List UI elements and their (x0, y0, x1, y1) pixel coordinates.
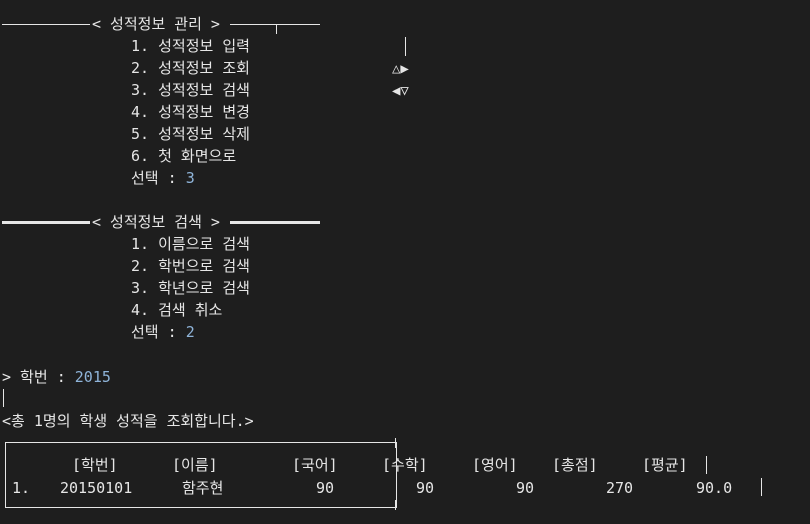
scroll-left-down-icon[interactable]: ◀▽ (392, 80, 409, 102)
cell-total: 270 (606, 479, 634, 497)
cell-korean: 90 (316, 479, 335, 497)
menu2-left-rule (2, 221, 90, 224)
cell-student-id: 20150101 (60, 479, 133, 497)
menu1-select-label: 선택 : (131, 169, 186, 187)
header-english: [영어] (472, 456, 518, 474)
menu2-item-by-id[interactable]: 2. 학번으로 검색 (131, 255, 250, 277)
header-name: [이름] (172, 456, 218, 474)
menu2-title: < 성적정보 검색 > (92, 213, 220, 231)
result-message: <총 1명의 학생 성적을 조회합니다.> (2, 412, 254, 430)
menu1-title: < 성적정보 관리 > (92, 15, 220, 33)
row-end-bar (761, 478, 762, 496)
menu2-item-cancel[interactable]: 4. 검색 취소 (131, 299, 222, 321)
menu2-select-value[interactable]: 2 (186, 323, 195, 341)
scroll-up-right-icon[interactable]: △▶ (392, 58, 409, 80)
row-index: 1. (12, 479, 31, 497)
menu1-right-rule (230, 24, 320, 25)
result-table-tick-top (395, 438, 396, 448)
cursor-bar-2 (3, 389, 4, 407)
cell-average: 90.0 (696, 479, 733, 497)
cell-name: 함주현 (182, 479, 224, 497)
menu1-rule-tick (276, 24, 277, 34)
cell-english: 90 (516, 479, 535, 497)
menu1-select-value[interactable]: 3 (186, 169, 195, 187)
header-math: [수학] (382, 456, 428, 474)
menu2-right-rule (230, 221, 320, 224)
menu2-item-by-grade[interactable]: 3. 학년으로 검색 (131, 277, 250, 299)
student-id-query: > 학번 : 2015 (2, 366, 111, 388)
menu2-select-line: 선택 : 2 (131, 321, 195, 343)
header-total: [총점] (552, 456, 598, 474)
result-table-tick-bottom (395, 500, 396, 510)
header-student-id: [학번] (72, 456, 118, 474)
student-id-prompt: > 학번 : (2, 368, 75, 386)
cell-math: 90 (416, 479, 435, 497)
menu1-item-view[interactable]: 2. 성적정보 조회 (131, 57, 250, 79)
header-end-bar (706, 456, 707, 474)
menu1-item-input[interactable]: 1. 성적정보 입력 (131, 35, 250, 57)
cursor-bar (405, 37, 406, 56)
menu1-select-line: 선택 : 3 (131, 167, 195, 189)
student-id-value[interactable]: 2015 (75, 368, 111, 386)
menu1-item-search[interactable]: 3. 성적정보 검색 (131, 79, 250, 101)
header-korean: [국어] (292, 456, 338, 474)
menu1-item-edit[interactable]: 4. 성적정보 변경 (131, 101, 250, 123)
menu1-item-home[interactable]: 6. 첫 화면으로 (131, 145, 236, 167)
header-average: [평균] (642, 456, 688, 474)
menu2-select-label: 선택 : (131, 323, 186, 341)
menu1-item-delete[interactable]: 5. 성적정보 삭제 (131, 123, 250, 145)
menu1-left-rule (2, 24, 90, 25)
menu2-item-by-name[interactable]: 1. 이름으로 검색 (131, 233, 250, 255)
